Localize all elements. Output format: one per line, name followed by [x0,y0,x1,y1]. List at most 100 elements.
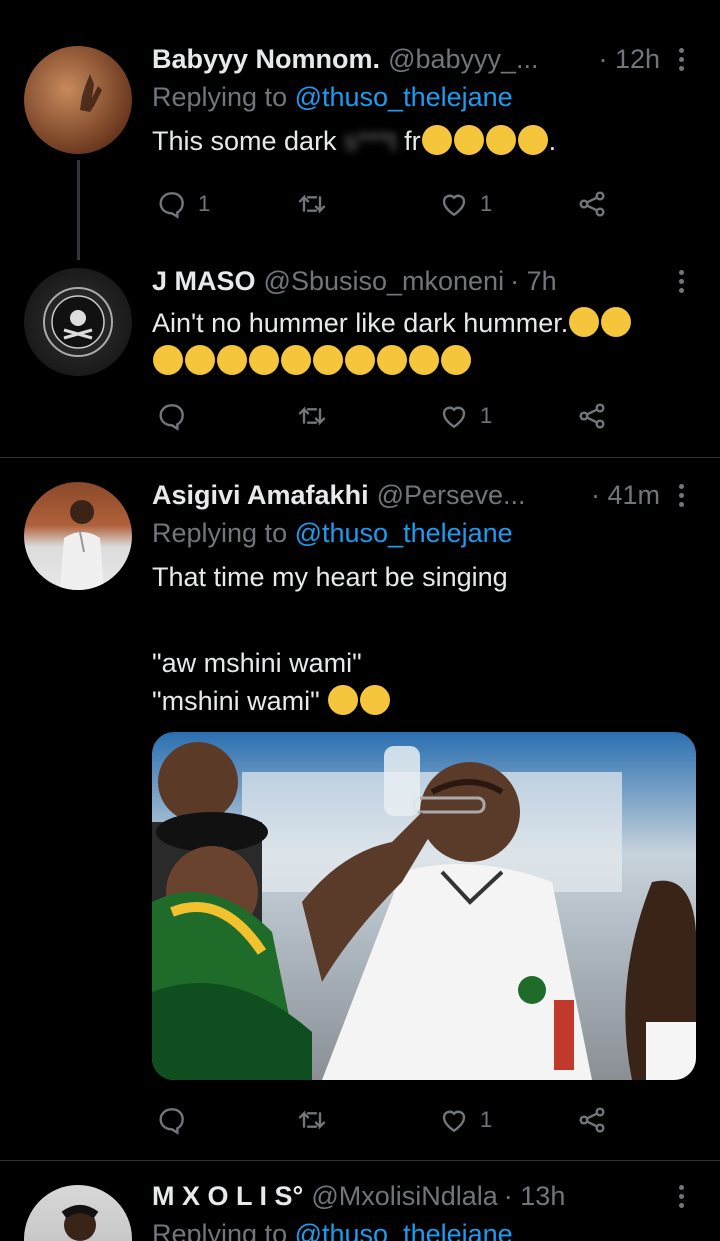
tweet-4[interactable]: M X O L I S° @MxolisiNdlala · 13h Replyi… [0,1161,720,1241]
reply-icon [159,404,184,431]
rofl-emoji-icon [404,339,444,380]
mention-link[interactable]: @thuso_thelejane [295,518,513,548]
grin-emoji-icon [185,344,215,375]
display-name[interactable]: J MASO [152,266,256,297]
display-name[interactable]: M X O L I S° [152,1181,303,1212]
more-icon[interactable] [676,478,686,512]
person-photo-icon [61,1205,99,1241]
sob-emoji-icon [517,124,548,155]
censored-word: s***t [344,126,397,156]
username[interactable]: @Perseve... [377,480,526,511]
like-count: 1 [480,1107,493,1132]
grin-emoji-icon [217,344,247,375]
reply-icon [159,192,184,219]
tweet-3[interactable]: Asigivi Amafakhi @Perseve... · 41m Reply… [0,458,720,1160]
photo-image [152,732,696,1080]
rofl-emoji-icon [436,339,476,380]
tweet-2[interactable]: J MASO @Sbusiso_mkoneni · 7h Ain't no hu… [0,258,720,454]
reply-button[interactable]: 1 [156,184,210,224]
timestamp[interactable]: · 41m [591,480,660,511]
timestamp[interactable]: · 12h [598,44,660,75]
like-count: 1 [480,191,493,216]
reply-count: 1 [198,191,211,216]
like-icon [442,406,466,429]
avatar[interactable] [24,482,132,590]
sob-emoji-icon [569,306,600,337]
text-part: fr [396,126,421,156]
peace-hand-icon [80,74,102,112]
mention-link[interactable]: @thuso_thelejane [295,82,513,112]
display-name[interactable]: Asigivi Amafakhi [152,480,369,511]
tweet-text: That time my heart be singing "aw mshini… [152,558,696,720]
tweet-1[interactable]: Babyyy Nomnom. @babyyy_... · 12h Replyin… [0,0,720,260]
rofl-emoji-icon [276,339,316,380]
like-button[interactable]: 1 [438,184,492,224]
share-button[interactable] [576,1100,608,1140]
joy-emoji-icon [345,344,375,375]
retweet-button[interactable] [296,184,338,224]
reply-icon [159,1108,184,1135]
share-icon [579,403,605,429]
text-part: "mshini wami" [152,686,320,716]
more-icon[interactable] [676,42,686,76]
username[interactable]: @Sbusiso_mkoneni [264,266,505,297]
replying-to-label: Replying to [152,518,295,548]
replying-to-label: Replying to [152,82,295,112]
timestamp[interactable]: · 7h [510,266,557,297]
share-button[interactable] [576,184,608,224]
replying-to: Replying to @thuso_thelejane [152,518,696,552]
rofl-emoji-icon [355,679,396,720]
share-button[interactable] [576,396,608,436]
retweet-icon [298,1110,326,1130]
joy-emoji-icon [421,124,452,155]
tweet-text: Ain't no hummer like dark hummer. [152,304,696,380]
like-icon [442,1110,466,1133]
timestamp[interactable]: · 13h [504,1181,566,1212]
thread-line [77,160,80,260]
more-icon[interactable] [676,264,686,298]
retweet-button[interactable] [296,1100,338,1140]
share-icon [579,1107,605,1133]
text-line-with-emoji: "mshini wami" [152,679,696,720]
like-count: 1 [480,403,493,428]
username[interactable]: @MxolisiNdlala [311,1181,497,1212]
mention-link[interactable]: @thuso_thelejane [295,1219,513,1241]
text-part: . [548,126,557,156]
sob-emoji-icon [601,306,632,337]
more-icon[interactable] [676,1179,686,1213]
replying-to: Replying to @thuso_thelejane [152,1219,696,1241]
rofl-emoji-icon [323,679,364,720]
avatar[interactable] [24,1185,132,1241]
like-icon [442,194,466,217]
replying-to-label: Replying to [152,1219,295,1241]
club-crest-icon [43,287,113,357]
display-name[interactable]: Babyyy Nomnom. [152,44,380,75]
rofl-emoji-icon [308,339,348,380]
retweet-icon [298,194,326,214]
tweet-header: Asigivi Amafakhi @Perseve... · 41m [152,478,696,512]
avatar[interactable] [24,268,132,376]
retweet-icon [298,406,326,426]
reply-button[interactable] [156,1100,198,1140]
rofl-emoji-icon [372,339,412,380]
like-button[interactable]: 1 [438,396,492,436]
text-part: This some dark [152,126,337,156]
tweet-header: M X O L I S° @MxolisiNdlala · 13h [152,1179,696,1213]
person-photo-icon [60,500,104,590]
share-icon [579,191,605,217]
reply-button[interactable] [156,396,198,436]
text-line: That time my heart be singing [152,562,508,592]
sob-emoji-icon [453,124,484,155]
tweet-text: This some dark s***t fr. [152,122,696,160]
username[interactable]: @babyyy_... [388,44,538,75]
sob-emoji-icon [153,344,183,375]
text-part: Ain't no hummer like dark hummer. [152,308,569,338]
tweet-photo[interactable] [152,732,696,1080]
text-line: "aw mshini wami" [152,648,362,678]
replying-to: Replying to @thuso_thelejane [152,82,696,116]
retweet-button[interactable] [296,396,338,436]
avatar[interactable] [24,46,132,154]
sob-emoji-icon [485,124,516,155]
joy-emoji-icon [249,344,279,375]
like-button[interactable]: 1 [438,1100,492,1140]
